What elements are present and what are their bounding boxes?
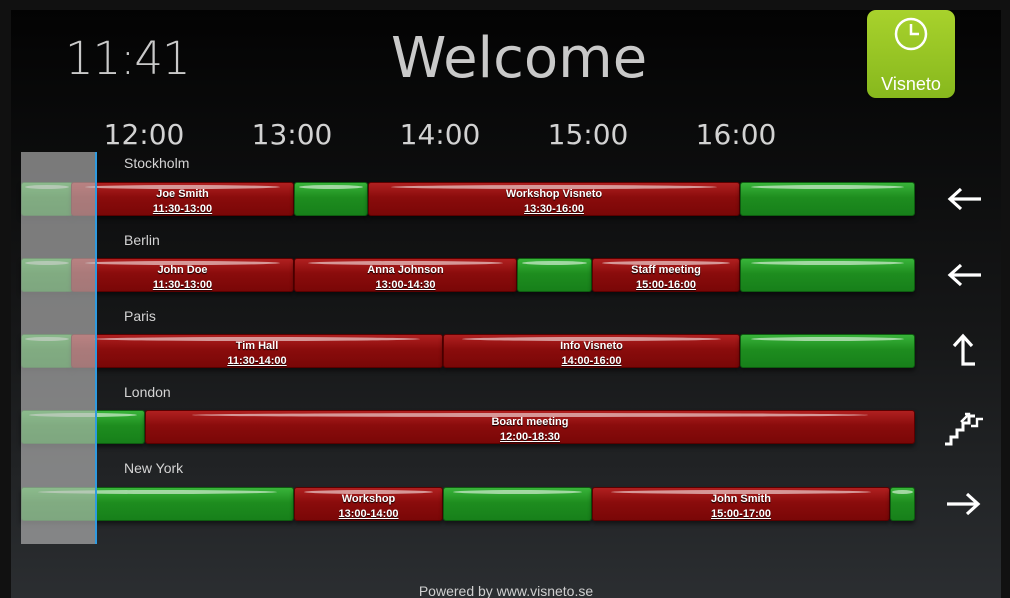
room-label-london: London — [124, 384, 171, 400]
booking-block[interactable]: John Doe 11:30-13:00 — [71, 258, 294, 292]
hour-label-14: 14:00 — [399, 118, 481, 151]
hour-label-15: 15:00 — [547, 118, 629, 151]
footer-credit: Powered by www.visneto.se — [418, 583, 594, 598]
hour-label-12: 12:00 — [103, 118, 185, 151]
current-time-indicator — [95, 152, 97, 544]
booking-time: 15:00-17:00 — [711, 508, 771, 520]
past-time-overlay — [21, 152, 96, 544]
booking-time: 13:00-14:00 — [338, 508, 399, 520]
arrow-right-icon — [947, 492, 981, 516]
arrow-up-left-icon — [952, 333, 975, 366]
booking-title: Joe Smith — [156, 188, 209, 200]
booking-block[interactable]: Tim Hall 11:30-14:00 — [71, 334, 443, 368]
visneto-logo: Visneto — [867, 10, 955, 98]
hour-label-13: 13:00 — [251, 118, 333, 151]
hour-label-16: 16:00 — [695, 118, 777, 151]
booking-time: 11:30-14:00 — [227, 355, 287, 367]
booking-title: Tim Hall — [235, 340, 279, 352]
clock-icon — [894, 17, 928, 51]
arrow-left-icon — [947, 187, 981, 211]
booking-time: 12:00-18:30 — [500, 431, 560, 443]
free-slot[interactable] — [740, 258, 915, 292]
booking-title: Staff meeting — [631, 264, 701, 276]
room-label-new-york: New York — [124, 460, 184, 476]
free-slot[interactable] — [294, 182, 368, 216]
booking-time: 11:30-13:00 — [152, 279, 213, 291]
booking-title: John Smith — [711, 493, 771, 505]
free-slot[interactable] — [740, 334, 915, 368]
free-slot[interactable] — [740, 182, 915, 216]
booking-block[interactable]: Staff meeting 15:00-16:00 — [592, 258, 740, 292]
booking-block[interactable]: John Smith 15:00-17:00 — [592, 487, 890, 521]
arrow-left-icon — [947, 263, 981, 287]
booking-time: 11:30-13:00 — [152, 203, 213, 215]
booking-title: Anna Johnson — [367, 264, 444, 276]
booking-time: 13:30-16:00 — [524, 203, 584, 215]
booking-title: Info Visneto — [560, 340, 623, 352]
logo-text: Visneto — [881, 74, 941, 94]
booking-title: John Doe — [157, 264, 208, 276]
room-label-paris: Paris — [124, 308, 156, 324]
booking-block[interactable]: Workshop Visneto 13:30-16:00 — [368, 182, 740, 216]
stairs-icon — [945, 412, 983, 446]
free-slot[interactable] — [517, 258, 592, 292]
free-slot[interactable] — [890, 487, 915, 521]
booking-title: Board meeting — [491, 416, 569, 428]
booking-time: 15:00-16:00 — [636, 279, 696, 291]
booking-block[interactable]: Anna Johnson 13:00-14:30 — [294, 258, 517, 292]
booking-screen: 11:41 Welcome Visneto 12:00 13:00 14:00 … — [11, 10, 1001, 598]
booking-time: 14:00-16:00 — [561, 355, 622, 367]
room-label-berlin: Berlin — [124, 232, 160, 248]
booking-title: Workshop Visneto — [505, 188, 603, 200]
booking-block[interactable]: Info Visneto 14:00-16:00 — [443, 334, 740, 368]
page-title: Welcome — [391, 26, 648, 91]
booking-block[interactable]: Board meeting 12:00-18:30 — [145, 410, 915, 444]
booking-time: 13:00-14:30 — [375, 279, 436, 291]
free-slot[interactable] — [443, 487, 592, 521]
booking-block[interactable]: Joe Smith 11:30-13:00 — [71, 182, 294, 216]
booking-title: Workshop — [341, 493, 396, 505]
room-label-stockholm: Stockholm — [124, 155, 190, 171]
booking-block[interactable]: Workshop 13:00-14:00 — [294, 487, 443, 521]
current-time: 11:41 — [65, 32, 191, 85]
